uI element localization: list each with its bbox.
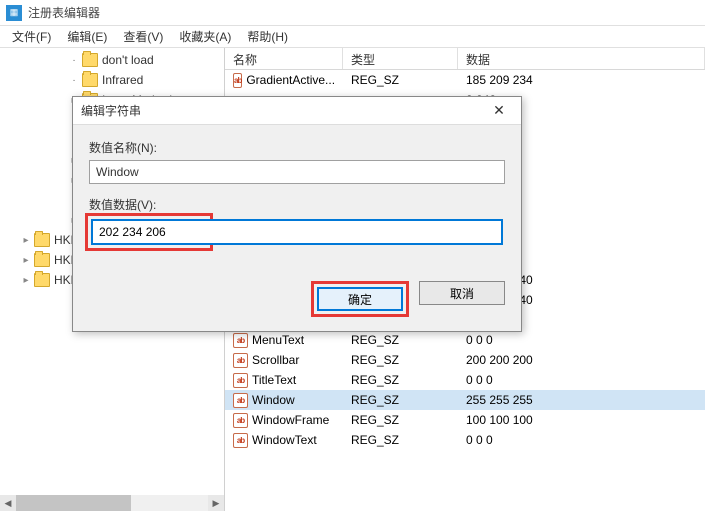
list-row[interactable]: ab MenuText REG_SZ0 0 0 — [225, 330, 705, 350]
value-data: 0 0 0 — [458, 333, 705, 347]
list-row[interactable]: ab Window REG_SZ255 255 255 — [225, 390, 705, 410]
folder-icon — [34, 273, 50, 287]
value-data: 185 209 234 — [458, 73, 705, 87]
list-row[interactable]: ab WindowText REG_SZ0 0 0 — [225, 430, 705, 450]
scroll-left-icon[interactable]: ◀ — [0, 495, 16, 511]
folder-icon — [82, 73, 98, 87]
menubar: 文件(F) 编辑(E) 查看(V) 收藏夹(A) 帮助(H) — [0, 26, 705, 48]
list-row[interactable]: ab WindowFrame REG_SZ100 100 100 — [225, 410, 705, 430]
column-type[interactable]: 类型 — [343, 48, 458, 69]
column-name[interactable]: 名称 — [225, 48, 343, 69]
string-value-icon: ab — [233, 373, 248, 388]
cancel-button[interactable]: 取消 — [419, 281, 505, 305]
list-header: 名称 类型 数据 — [225, 48, 705, 70]
string-value-icon: ab — [233, 413, 248, 428]
value-name: WindowFrame — [252, 413, 329, 427]
value-type: REG_SZ — [343, 413, 458, 427]
value-data: 0 0 0 — [458, 373, 705, 387]
expand-icon[interactable] — [20, 275, 32, 286]
close-icon[interactable]: ✕ — [485, 100, 513, 122]
edit-string-dialog: 编辑字符串 ✕ 数值名称(N): 数值数据(V): 确定 取消 — [72, 96, 522, 332]
menu-help[interactable]: 帮助(H) — [239, 26, 296, 47]
tree-dot-icon: · — [68, 55, 80, 66]
string-value-icon: ab — [233, 333, 248, 348]
value-data-input[interactable] — [92, 220, 502, 244]
tree-item[interactable]: · Infrared — [0, 70, 224, 90]
titlebar: ▦ 注册表编辑器 — [0, 0, 705, 26]
tree-item-label: don't load — [102, 53, 154, 67]
menu-favorites[interactable]: 收藏夹(A) — [171, 26, 239, 47]
value-type: REG_SZ — [343, 433, 458, 447]
value-name-label: 数值名称(N): — [89, 139, 505, 156]
highlight-annotation — [85, 213, 213, 251]
app-icon: ▦ — [6, 5, 22, 21]
value-data: 200 200 200 — [458, 353, 705, 367]
value-type: REG_SZ — [343, 373, 458, 387]
value-data: 100 100 100 — [458, 413, 705, 427]
menu-view[interactable]: 查看(V) — [115, 26, 171, 47]
expand-icon[interactable] — [20, 235, 32, 246]
folder-icon — [34, 253, 50, 267]
value-type: REG_SZ — [343, 393, 458, 407]
value-name: Window — [252, 393, 295, 407]
value-data: 255 255 255 — [458, 393, 705, 407]
dialog-title: 编辑字符串 — [81, 102, 485, 119]
value-name: GradientActive... — [246, 73, 335, 87]
tree-item-label: Infrared — [102, 73, 143, 87]
highlight-annotation-ok: 确定 — [311, 281, 409, 317]
menu-edit[interactable]: 编辑(E) — [59, 26, 115, 47]
string-value-icon: ab — [233, 73, 242, 88]
value-name: TitleText — [252, 373, 296, 387]
folder-icon — [82, 53, 98, 67]
dialog-titlebar[interactable]: 编辑字符串 ✕ — [73, 97, 521, 125]
h-scrollbar[interactable]: ◀ ▶ — [0, 495, 224, 511]
value-name: MenuText — [252, 333, 304, 347]
tree-item[interactable]: · don't load — [0, 50, 224, 70]
ok-button[interactable]: 确定 — [317, 287, 403, 311]
string-value-icon: ab — [233, 353, 248, 368]
value-type: REG_SZ — [343, 333, 458, 347]
value-data: 0 0 0 — [458, 433, 705, 447]
expand-icon[interactable] — [20, 255, 32, 266]
scroll-thumb[interactable] — [16, 495, 131, 511]
value-name: WindowText — [252, 433, 317, 447]
column-data[interactable]: 数据 — [458, 48, 705, 69]
string-value-icon: ab — [233, 433, 248, 448]
list-row[interactable]: ab TitleText REG_SZ0 0 0 — [225, 370, 705, 390]
list-row[interactable]: ab Scrollbar REG_SZ200 200 200 — [225, 350, 705, 370]
string-value-icon: ab — [233, 393, 248, 408]
value-type: REG_SZ — [343, 353, 458, 367]
value-name: Scrollbar — [252, 353, 299, 367]
menu-file[interactable]: 文件(F) — [4, 26, 59, 47]
value-name-input[interactable] — [89, 160, 505, 184]
app-title: 注册表编辑器 — [28, 4, 100, 21]
folder-icon — [34, 233, 50, 247]
value-type: REG_SZ — [343, 73, 458, 87]
value-data-label: 数值数据(V): — [89, 196, 505, 213]
list-row[interactable]: ab GradientActive... REG_SZ185 209 234 — [225, 70, 705, 90]
tree-dot-icon: · — [68, 75, 80, 86]
scroll-right-icon[interactable]: ▶ — [208, 495, 224, 511]
